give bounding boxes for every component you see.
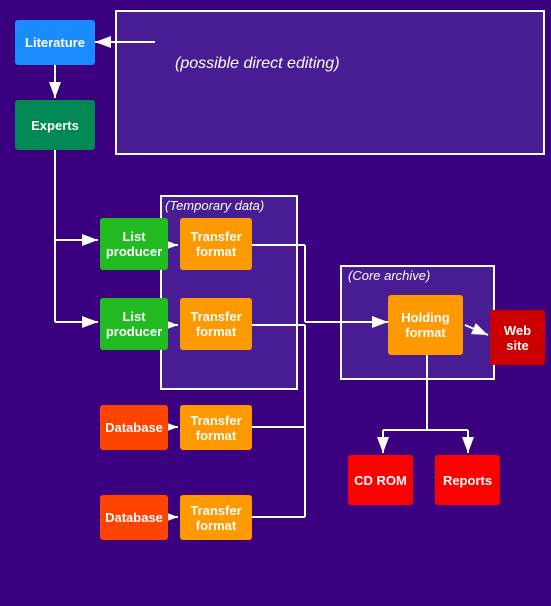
temporary-data-label: (Temporary data) <box>165 198 264 213</box>
transfer-format-4-box: Transfer format <box>180 495 252 540</box>
diagram: (possible direct editing) (Temporary dat… <box>0 0 551 606</box>
cd-rom-box: CD ROM <box>348 455 413 505</box>
holding-format-box: Holding format <box>388 295 463 355</box>
transfer-format-2-box: Transfer format <box>180 298 252 350</box>
literature-box: Literature <box>15 20 95 65</box>
possible-editing-region <box>115 10 545 155</box>
transfer-format-1-box: Transfer format <box>180 218 252 270</box>
experts-box: Experts <box>15 100 95 150</box>
transfer-format-3-box: Transfer format <box>180 405 252 450</box>
web-site-box: Web site <box>490 310 545 365</box>
database-2-box: Database <box>100 495 168 540</box>
reports-box: Reports <box>435 455 500 505</box>
possible-editing-label: (possible direct editing) <box>175 55 340 73</box>
database-1-box: Database <box>100 405 168 450</box>
core-archive-label: (Core archive) <box>348 268 430 283</box>
list-producer-1-box: List producer <box>100 218 168 270</box>
list-producer-2-box: List producer <box>100 298 168 350</box>
